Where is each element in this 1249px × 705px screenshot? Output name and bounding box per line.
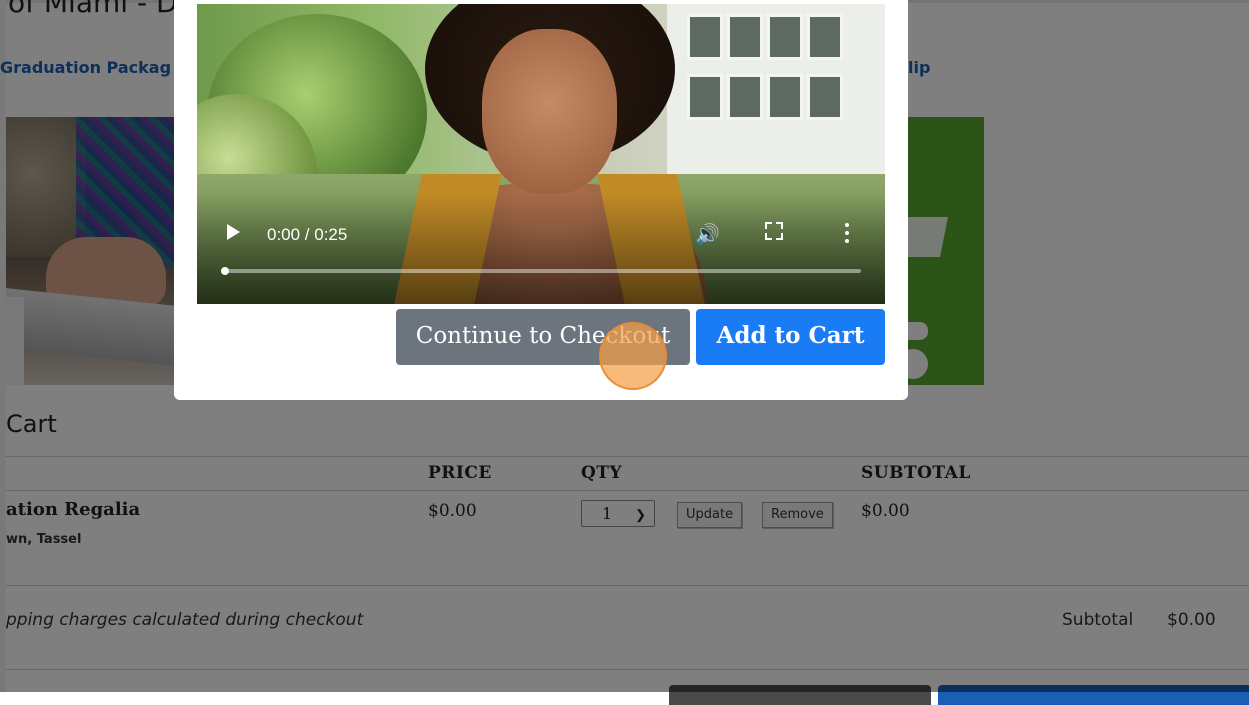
more-vert-icon[interactable] [845,223,849,243]
video-frame-part [807,14,843,60]
video-frame-part [767,74,803,120]
video-controls-overlay [197,194,885,304]
video-frame-part [667,4,885,174]
fullscreen-icon[interactable] [765,222,783,240]
volume-icon[interactable]: 🔊 [695,222,720,246]
add-to-cart-button[interactable]: Add to Cart [696,309,885,365]
video-player[interactable]: 0:00 / 0:25 🔊 [197,4,885,304]
video-frame-part [687,14,723,60]
video-frame-part [727,74,763,120]
video-frame-part [727,14,763,60]
video-progress-handle[interactable] [221,267,229,275]
video-frame-part [482,29,617,194]
video-frame-part [767,14,803,60]
video-progress-bar[interactable] [221,267,861,275]
video-frame-part [687,74,723,120]
video-frame-part [807,74,843,120]
play-icon[interactable] [227,224,240,240]
video-time: 0:00 / 0:25 [267,225,348,244]
click-indicator [599,322,667,390]
